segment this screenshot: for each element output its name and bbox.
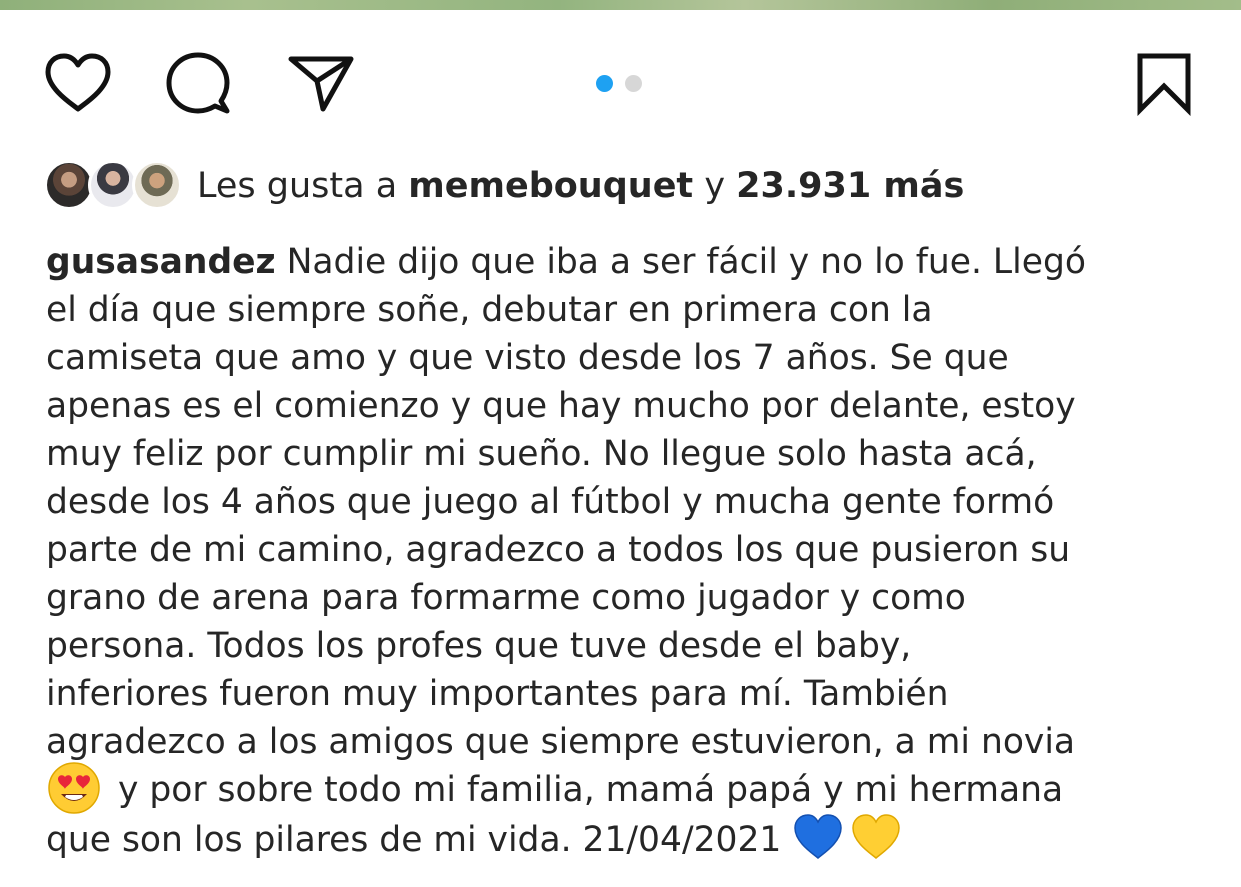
carousel-dot-active xyxy=(596,75,613,92)
caption-text: que son los pilares de mi vida. 21/04/20… xyxy=(46,819,782,860)
likes-text: Les gusta a memebouquet y 23.931 más xyxy=(197,166,964,206)
caption-line: inferiores fueron muy importantes para m… xyxy=(46,674,949,714)
likes-count[interactable]: 23.931 más xyxy=(736,166,964,206)
caption-line: agradezco a los amigos que siempre estuv… xyxy=(46,722,1076,762)
post-action-bar xyxy=(0,40,1241,130)
save-button[interactable] xyxy=(1124,40,1204,126)
comment-bubble-icon xyxy=(166,52,230,114)
caption-line: el día que siempre soñe, debutar en prim… xyxy=(46,290,933,330)
comment-button[interactable] xyxy=(158,40,238,126)
heart-eyes-emoji xyxy=(48,761,100,814)
share-button[interactable] xyxy=(280,40,360,126)
caption-username[interactable]: gusasandez xyxy=(46,242,276,282)
carousel-indicator xyxy=(596,75,642,92)
likes-summary[interactable]: Les gusta a memebouquet y 23.931 más xyxy=(44,156,1204,216)
paper-plane-icon xyxy=(288,56,354,112)
caption-line: camiseta que amo y que visto desde los 7… xyxy=(46,338,1009,378)
caption-line: muy feliz por cumplir mi sueño. No llegu… xyxy=(46,434,1037,474)
caption-line: que son los pilares de mi vida. 21/04/20… xyxy=(46,814,1206,864)
post-photo-edge xyxy=(0,0,1241,10)
carousel-dot xyxy=(625,75,642,92)
avatar[interactable] xyxy=(44,160,94,210)
caption-line: grano de arena para formarme como jugado… xyxy=(46,578,966,618)
caption-text: Nadie dijo que iba a ser fácil y no lo f… xyxy=(286,242,1086,282)
caption-line: parte de mi camino, agradezco a todos lo… xyxy=(46,530,1071,570)
bookmark-icon xyxy=(1137,53,1191,116)
heart-icon xyxy=(45,53,111,112)
likes-prefix: Les gusta a xyxy=(197,166,398,206)
avatar[interactable] xyxy=(132,160,182,210)
blue-heart-emoji xyxy=(794,814,843,859)
caption-line: apenas es el comienzo y que hay mucho po… xyxy=(46,386,1076,426)
post-caption: gusasandez Nadie dijo que iba a ser fáci… xyxy=(46,238,1206,864)
like-button[interactable] xyxy=(38,40,118,126)
avatar[interactable] xyxy=(88,160,138,210)
yellow-heart-emoji xyxy=(852,814,901,859)
liker-username[interactable]: memebouquet xyxy=(408,166,693,206)
liker-avatars[interactable] xyxy=(44,158,182,214)
likes-connector: y xyxy=(704,166,726,206)
caption-line: persona. Todos los profes que tuve desde… xyxy=(46,626,912,666)
caption-line: y por sobre todo mi familia, mamá papá y… xyxy=(46,761,1206,816)
caption-line: gusasandez Nadie dijo que iba a ser fáci… xyxy=(46,238,1206,286)
caption-text: y por sobre todo mi familia, mamá papá y… xyxy=(118,770,1064,810)
caption-line: desde los 4 años que juego al fútbol y m… xyxy=(46,482,1055,522)
